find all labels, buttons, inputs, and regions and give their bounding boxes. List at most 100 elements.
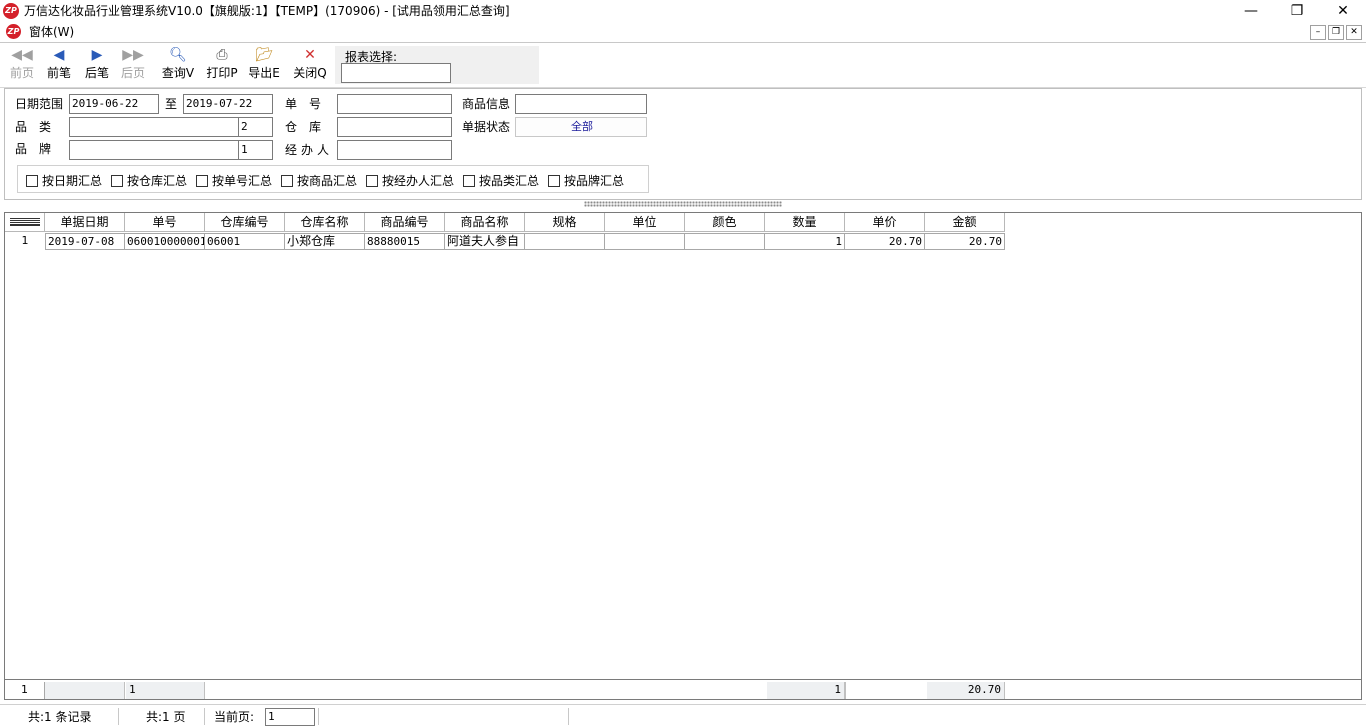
minimize-button[interactable]: —	[1228, 0, 1274, 22]
checkbox-label: 按仓库汇总	[127, 174, 188, 188]
table-cell[interactable]: 06001	[205, 233, 285, 250]
status-bar: 共:1 条记录 共:1 页 当前页: 1	[0, 704, 1366, 726]
query-label: 查询V	[161, 66, 195, 80]
group-by-doc-no-checkbox[interactable]: 按单号汇总	[196, 173, 272, 189]
table-cell[interactable]: 20.70	[925, 233, 1005, 250]
table-cell[interactable]	[605, 233, 685, 250]
column-header[interactable]: 仓库名称	[285, 213, 365, 232]
table-cell[interactable]: 1	[765, 233, 845, 250]
double-left-arrow-icon: ◀◀	[11, 47, 33, 63]
group-by-date-checkbox[interactable]: 按日期汇总	[26, 173, 102, 189]
doc-no-input[interactable]	[337, 94, 452, 114]
filter-panel: 日期范围 2019-06-22 至 2019-07-22 品 类 2 品 牌 1…	[4, 88, 1362, 200]
restore-icon: ❐	[1290, 3, 1304, 19]
table-cell[interactable]	[685, 233, 765, 250]
group-by-options: 按日期汇总 按仓库汇总 按单号汇总 按商品汇总 按经办人汇总 按品类汇总 按品牌…	[17, 165, 649, 193]
date-to-input[interactable]: 2019-07-22	[183, 94, 273, 114]
column-header[interactable]: 规格	[525, 213, 605, 232]
next-page-button[interactable]: ▶▶ 后页	[116, 46, 150, 86]
group-by-category-checkbox[interactable]: 按品类汇总	[463, 173, 539, 189]
print-button[interactable]: ⎙ 打印P	[202, 46, 242, 86]
column-header[interactable]: 单价	[845, 213, 925, 232]
prev-page-button[interactable]: ◀◀ 前页	[6, 46, 38, 86]
checkbox-icon	[111, 175, 123, 187]
column-header[interactable]: 单据日期	[45, 213, 125, 232]
export-label: 导出E	[248, 66, 280, 80]
prev-page-label: 前页	[9, 66, 34, 80]
checkbox-icon	[196, 175, 208, 187]
grid-summary-row: 1 1 1 20.70	[5, 679, 1361, 699]
toolbar: ◀◀ 前页 ◀ 前笔 ▶ 后笔 ▶▶ 后页 🔍︎ 查询V ⎙ 打印P 📂︎ 导出…	[0, 44, 1366, 88]
column-header[interactable]: 金额	[925, 213, 1005, 232]
next-record-button[interactable]: ▶ 后笔	[80, 46, 114, 86]
column-header[interactable]: 颜色	[685, 213, 765, 232]
panel-splitter-handle[interactable]	[584, 201, 782, 207]
group-by-brand-checkbox[interactable]: 按品牌汇总	[548, 173, 624, 189]
summary-cell	[45, 682, 125, 699]
report-select-input[interactable]	[341, 63, 451, 83]
category-code-input[interactable]: 2	[238, 117, 273, 137]
mdi-close-button[interactable]: ✕	[1346, 25, 1362, 40]
summary-doc-count: 1	[126, 682, 205, 699]
table-cell[interactable]: 阿道夫人参自	[445, 233, 525, 250]
close-button[interactable]: ✕ 关闭Q	[290, 46, 330, 86]
table-cell[interactable]: 2019-07-08	[45, 233, 125, 250]
row-index[interactable]: 1	[5, 233, 45, 250]
table-cell[interactable]: 060010000001	[125, 233, 205, 250]
left-arrow-icon: ◀	[53, 47, 65, 63]
right-arrow-icon: ▶	[91, 47, 103, 63]
column-header[interactable]: 商品名称	[445, 213, 525, 232]
brand-label: 品 牌	[15, 142, 52, 156]
brand-input[interactable]	[69, 140, 239, 160]
table-cell[interactable]	[525, 233, 605, 250]
export-folder-icon: 📂︎	[255, 47, 273, 63]
handler-input[interactable]	[337, 140, 452, 160]
summary-qty-total: 1	[767, 682, 845, 699]
table-cell[interactable]: 88880015	[365, 233, 445, 250]
column-header[interactable]: 商品编号	[365, 213, 445, 232]
restore-button[interactable]: ❐	[1274, 0, 1320, 22]
column-header[interactable]: 单位	[605, 213, 685, 232]
table-cell[interactable]: 小郑仓库	[285, 233, 365, 250]
product-info-input[interactable]	[515, 94, 647, 114]
row-selector-header[interactable]	[5, 213, 45, 232]
prev-record-button[interactable]: ◀ 前笔	[42, 46, 76, 86]
menu-window[interactable]: 窗体(W)	[29, 24, 74, 41]
group-by-handler-checkbox[interactable]: 按经办人汇总	[366, 173, 454, 189]
double-right-arrow-icon: ▶▶	[122, 47, 144, 63]
category-input[interactable]	[69, 117, 239, 137]
brand-code-input[interactable]: 1	[238, 140, 273, 160]
status-divider	[118, 708, 119, 725]
group-by-warehouse-checkbox[interactable]: 按仓库汇总	[111, 173, 187, 189]
close-window-button[interactable]: ✕	[1320, 0, 1366, 22]
checkbox-label: 按单号汇总	[212, 174, 273, 188]
summary-amount-total: 20.70	[927, 682, 1005, 699]
status-divider	[318, 708, 319, 725]
close-label: 关闭Q	[293, 66, 327, 80]
mdi-restore-button[interactable]: ❐	[1328, 25, 1344, 40]
group-by-product-checkbox[interactable]: 按商品汇总	[281, 173, 357, 189]
column-header[interactable]: 数量	[765, 213, 845, 232]
warehouse-input[interactable]	[337, 117, 452, 137]
query-button[interactable]: 🔍︎ 查询V	[158, 46, 198, 86]
date-from-input[interactable]: 2019-06-22	[69, 94, 159, 114]
search-icon: 🔍︎	[169, 47, 187, 63]
status-divider	[568, 708, 569, 725]
printer-icon: ⎙	[216, 47, 228, 63]
date-range-label: 日期范围	[15, 97, 64, 111]
title-bar: ZP 万信达化妆品行业管理系统V10.0【旗舰版:1】【TEMP】(170906…	[0, 0, 1366, 22]
column-header[interactable]: 单号	[125, 213, 205, 232]
mdi-minimize-button[interactable]: –	[1310, 25, 1326, 40]
table-cell[interactable]: 20.70	[845, 233, 925, 250]
checkbox-icon	[463, 175, 475, 187]
summary-blank	[845, 682, 925, 699]
prev-record-label: 前笔	[46, 66, 71, 80]
checkbox-icon	[26, 175, 38, 187]
checkbox-label: 按商品汇总	[297, 174, 358, 188]
doc-status-select[interactable]: 全部	[515, 117, 647, 137]
export-button[interactable]: 📂︎ 导出E	[244, 46, 284, 86]
current-page-input[interactable]: 1	[265, 708, 315, 726]
column-header[interactable]: 仓库编号	[205, 213, 285, 232]
checkbox-icon	[366, 175, 378, 187]
doc-no-label: 单 号	[285, 97, 322, 111]
